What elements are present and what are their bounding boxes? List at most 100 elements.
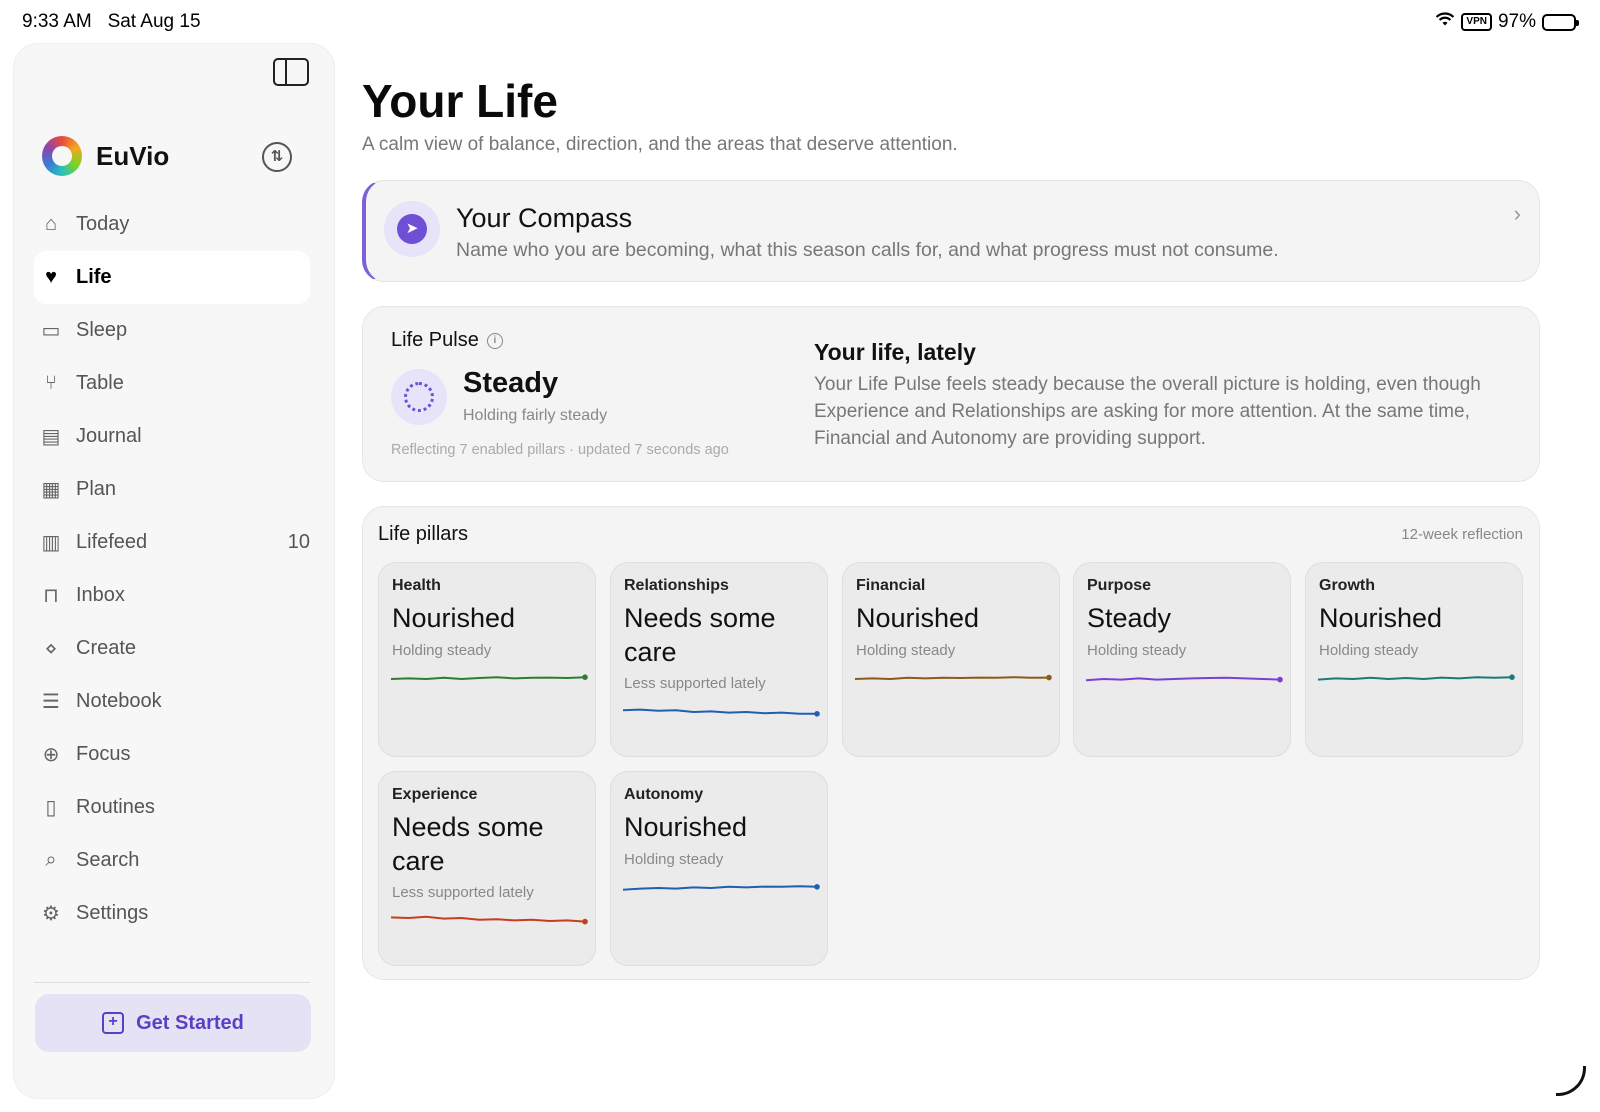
sidebar-item-label: Sleep bbox=[76, 319, 128, 341]
pillar-card-financial[interactable]: Financial Nourished Holding steady bbox=[842, 562, 1060, 757]
notebook-icon: ☰ bbox=[42, 691, 60, 713]
pillar-card-health[interactable]: Health Nourished Holding steady bbox=[378, 562, 596, 757]
sidebar-item-create[interactable]: ⋄ Create bbox=[34, 622, 310, 675]
life-pillars-card: Life pillars 12-week reflection Health No… bbox=[362, 506, 1540, 980]
pillar-status: Steady bbox=[1087, 603, 1172, 633]
sidebar-item-table[interactable]: ⑂ Table bbox=[34, 357, 310, 410]
journal-icon: ▤ bbox=[41, 426, 61, 448]
sidebar-item-routines[interactable]: ▯ Routines bbox=[34, 781, 310, 834]
sparkline-path bbox=[622, 885, 818, 891]
status-time: 9:33 AM Sat Aug 15 bbox=[22, 11, 201, 33]
clock-text: 9:33 AM bbox=[22, 11, 92, 32]
bed-icon: ▭ bbox=[41, 320, 61, 342]
life-pulse-title: Life Pulse bbox=[391, 329, 479, 351]
sparkline-end-dot bbox=[814, 884, 820, 890]
pillar-status: Nourished bbox=[392, 603, 516, 633]
sidebar-item-today[interactable]: ⌂ Today bbox=[34, 198, 310, 251]
sparkline-end-dot bbox=[814, 711, 820, 717]
pillar-status: Nourished bbox=[1319, 603, 1443, 633]
sidebar-item-sleep[interactable]: ▭ Sleep bbox=[34, 304, 310, 357]
sidebar-item-journal[interactable]: ▤ Journal bbox=[34, 410, 310, 463]
sidebar-toggle-icon[interactable] bbox=[273, 58, 309, 86]
get-started-button[interactable]: + Get Started bbox=[35, 994, 311, 1052]
sidebar-item-label: Notebook bbox=[76, 690, 162, 712]
sidebar-item-lifefeed[interactable]: ▥ Lifefeed 10 bbox=[34, 516, 310, 569]
pillar-card-experience[interactable]: Experience Needs some care Less supported … bbox=[378, 771, 596, 966]
sidebar-item-label: Life bbox=[76, 266, 112, 288]
page-title: Your Life bbox=[362, 75, 558, 127]
pillar-status: Needs some care bbox=[392, 812, 544, 876]
pulse-meta: Reflecting 7 enabled pillars · updated 7… bbox=[391, 442, 729, 458]
sparkline-path bbox=[390, 676, 586, 681]
pillar-card-autonomy[interactable]: Autonomy Nourished Holding steady bbox=[610, 771, 828, 966]
sparkline-path bbox=[1085, 676, 1281, 682]
pillar-name: Health bbox=[392, 577, 441, 594]
brand-name: EuVio bbox=[96, 140, 170, 171]
info-icon[interactable]: i bbox=[486, 332, 503, 349]
house-icon: ⌂ bbox=[44, 213, 58, 235]
pillar-name: Growth bbox=[1319, 577, 1375, 594]
sidebar-item-life[interactable]: ♥ Life bbox=[34, 251, 310, 304]
pillar-sub: Holding steady bbox=[624, 851, 724, 868]
pillar-trend-sparkline bbox=[622, 708, 820, 717]
pillar-trend-sparkline bbox=[390, 915, 588, 925]
sparkline-end-dot bbox=[1046, 674, 1052, 681]
corner-indicator bbox=[1556, 1066, 1586, 1096]
search-icon: ⌕ bbox=[45, 849, 57, 871]
pillar-card-relationships[interactable]: Relationships Needs some care Less support… bbox=[610, 562, 828, 757]
pillar-name: Financial bbox=[856, 577, 926, 594]
life-pulse-card: Life Pulse i Steady Holding fairly stead… bbox=[362, 306, 1540, 482]
sidebar-item-search[interactable]: ⌕ Search bbox=[34, 834, 310, 887]
life-pulse-label: Life Pulse i bbox=[391, 329, 503, 352]
compass-icon: ➤ bbox=[384, 201, 440, 257]
pillar-trend-sparkline bbox=[390, 674, 588, 681]
sidebar-item-plan[interactable]: ▦ Plan bbox=[34, 463, 310, 516]
sidebar-item-label: Today bbox=[76, 213, 130, 235]
lately-title: Your life, lately bbox=[814, 339, 976, 365]
battery-percent: 97% bbox=[1497, 11, 1536, 32]
sidebar-item-focus[interactable]: ⊕ Focus bbox=[34, 728, 310, 781]
vpn-badge: VPN bbox=[1461, 13, 1492, 31]
pillar-status: Nourished bbox=[856, 603, 980, 633]
compass-card[interactable]: ➤ Your Compass Name who you are becoming… bbox=[362, 180, 1540, 282]
crosshair-icon: ⊕ bbox=[42, 744, 60, 766]
sync-icon[interactable]: ⇅ bbox=[262, 142, 292, 172]
pillar-trend-sparkline bbox=[1085, 676, 1283, 683]
pillar-card-purpose[interactable]: Purpose Steady Holding steady bbox=[1073, 562, 1291, 757]
battery-icon bbox=[1542, 13, 1579, 31]
gear-icon: ⚙ bbox=[42, 903, 60, 925]
chevron-right-icon: › bbox=[1513, 201, 1521, 226]
pulse-status-sub: Holding fairly steady bbox=[463, 407, 608, 424]
sidebar-item-inbox[interactable]: ⊓ Inbox bbox=[34, 569, 310, 622]
sidebar-item-label: Search bbox=[76, 849, 140, 871]
sidebar-nav: ⌂ Today ♥ Life ▭ Sleep ⑂ Table ▤ Journal ▦ Plan ▥ Lif… bbox=[34, 198, 310, 940]
sparkline-path bbox=[622, 708, 817, 715]
sidebar: EuVio ⇅ ⌂ Today ♥ Life ▭ Sleep ⑂ Table ▤ Journal ▦… bbox=[14, 44, 334, 1098]
nodes-icon: ⋄ bbox=[44, 638, 58, 660]
pillar-card-growth[interactable]: Growth Nourished Holding steady bbox=[1305, 562, 1523, 757]
pillar-trend-sparkline bbox=[1317, 674, 1515, 681]
sparkline-path bbox=[1317, 676, 1513, 681]
sidebar-item-label: Create bbox=[76, 637, 137, 659]
checklist-icon: ▯ bbox=[45, 797, 57, 819]
pillar-name: Experience bbox=[392, 786, 478, 803]
sidebar-item-settings[interactable]: ⚙ Settings bbox=[34, 887, 310, 940]
compass-description: Name who you are becoming, what this sea… bbox=[456, 239, 1279, 261]
sidebar-item-label: Settings bbox=[76, 902, 149, 924]
pillar-name: Purpose bbox=[1087, 577, 1152, 594]
sidebar-item-label: Plan bbox=[76, 478, 117, 500]
sidebar-item-label: Journal bbox=[76, 425, 142, 447]
sparkline-end-dot bbox=[582, 918, 588, 925]
sidebar-item-notebook[interactable]: ☰ Notebook bbox=[34, 675, 310, 728]
compass-title: Your Compass bbox=[456, 203, 633, 233]
wifi-icon bbox=[1435, 11, 1455, 33]
pillar-status: Nourished bbox=[624, 812, 748, 842]
pillar-sub: Less supported lately bbox=[624, 675, 766, 692]
pillar-sub: Holding steady bbox=[856, 642, 956, 659]
pillar-trend-sparkline bbox=[854, 674, 1052, 681]
pillar-sub: Holding steady bbox=[392, 642, 492, 659]
pillar-name: Relationships bbox=[624, 577, 729, 594]
sidebar-item-label: Focus bbox=[76, 743, 131, 765]
pillar-name: Autonomy bbox=[624, 786, 704, 803]
status-indicators: VPN 97% bbox=[1435, 11, 1579, 33]
